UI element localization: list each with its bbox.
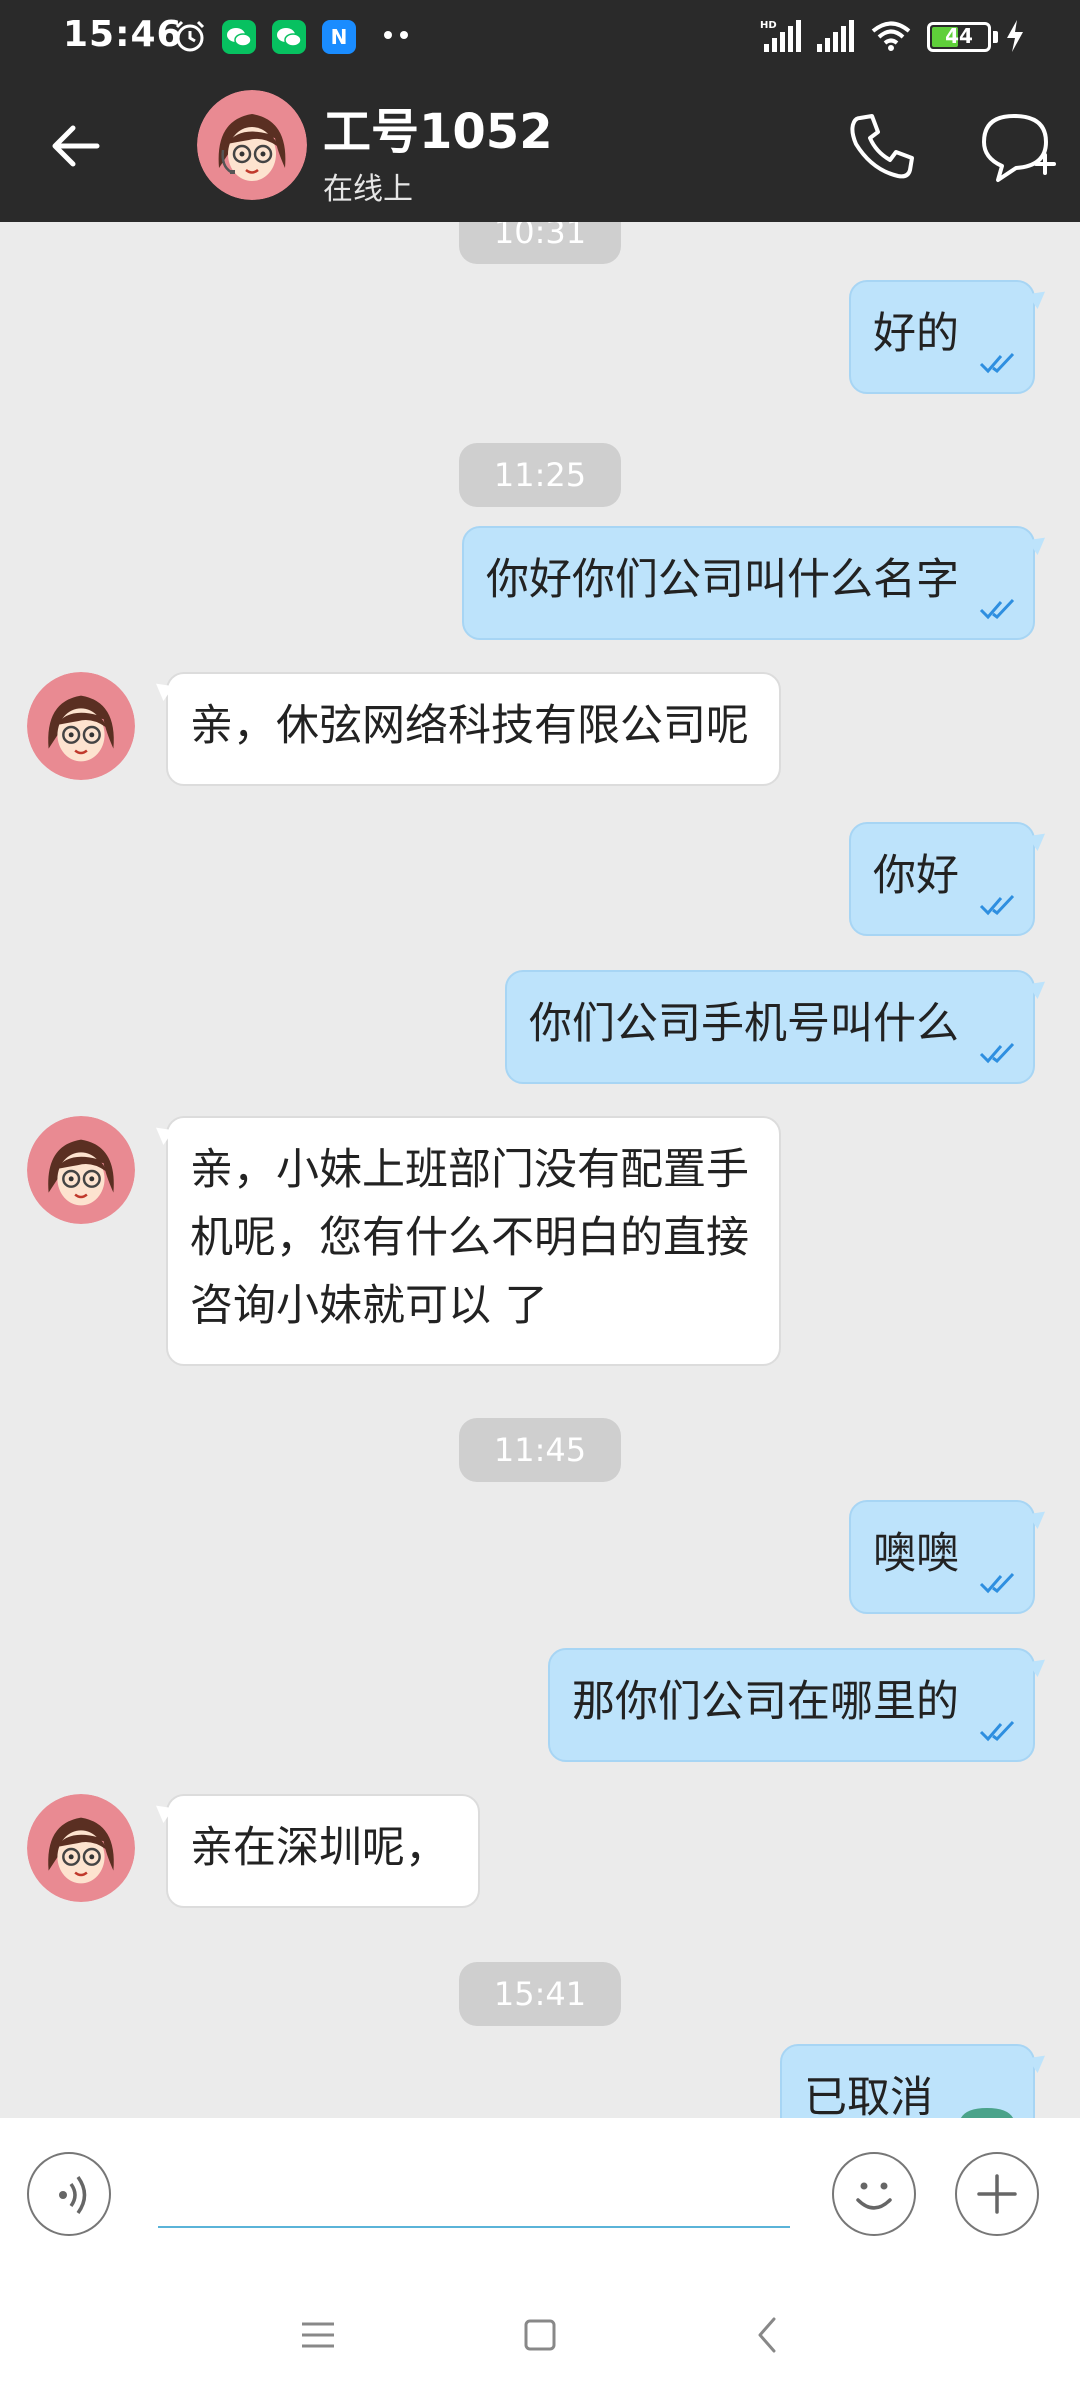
outgoing-message[interactable]: 你好 (849, 822, 1035, 936)
hd-signal-icon: HD (760, 20, 801, 52)
add-chat-icon (982, 114, 1056, 182)
contact-avatar[interactable] (27, 672, 135, 780)
back-chevron-icon (758, 2317, 776, 2353)
contact-avatar[interactable] (27, 1794, 135, 1902)
wifi-icon (871, 21, 911, 51)
time-divider: 11:25 (459, 443, 621, 507)
message-text-line: 咨询小妹就可以 了 (190, 1281, 548, 1331)
app-n-icon: N (322, 20, 356, 54)
incoming-message[interactable]: 亲，休弦网络科技有限公司呢 (166, 672, 781, 786)
recent-apps-button[interactable] (288, 2308, 348, 2362)
read-receipt-icon (979, 598, 1015, 620)
contact-name: 工号1052 (323, 104, 553, 160)
voice-call-button[interactable] (842, 108, 920, 186)
message-input-bar (0, 2118, 1080, 2268)
wechat-icon (272, 20, 306, 54)
more-options-button[interactable] (955, 2152, 1039, 2236)
phone-icon (850, 114, 914, 179)
menu-icon (302, 2322, 334, 2348)
outgoing-message[interactable]: 那你们公司在哪里的 (548, 1648, 1035, 1762)
message-input[interactable] (158, 2158, 790, 2228)
message-text: 已取消 (804, 2073, 933, 2118)
back-arrow-icon (52, 125, 100, 167)
add-chat-button[interactable] (978, 108, 1056, 186)
message-text: 好的 (873, 309, 959, 359)
message-text-line: 机呢，您有什么不明白的直接 (190, 1213, 749, 1263)
chat-header: 工号1052 在线上 (0, 68, 1080, 222)
signal-icon (817, 20, 854, 52)
incoming-message[interactable]: 亲在深圳呢， (166, 1794, 480, 1908)
contact-avatar[interactable] (27, 1116, 135, 1224)
nav-back-button[interactable] (738, 2308, 798, 2362)
message-text: 亲在深圳呢， (190, 1823, 448, 1873)
message-text: 你好 (873, 851, 959, 901)
outgoing-message[interactable]: 噢噢 (849, 1500, 1035, 1614)
home-button[interactable] (510, 2308, 570, 2362)
home-square-icon (524, 2319, 556, 2351)
time-divider: 10:31 (459, 222, 621, 264)
read-receipt-icon (979, 1572, 1015, 1594)
svg-text:HD: HD (760, 20, 777, 31)
outgoing-message[interactable]: 你好你们公司叫什么名字 (462, 526, 1035, 640)
status-time: 15:46 (63, 14, 183, 55)
emoji-icon (856, 2182, 892, 2210)
chat-message-list[interactable]: 10:31 好的 11:25 你好你们公司叫什么名字 亲，休弦网络科技有限公司呢… (0, 222, 1080, 2118)
message-text: 亲，休弦网络科技有限公司呢 (190, 701, 749, 751)
time-divider: 15:41 (459, 1962, 621, 2026)
back-button[interactable] (40, 110, 112, 182)
read-receipt-icon (979, 1720, 1015, 1742)
outgoing-call-message[interactable]: 已取消 (780, 2044, 1035, 2118)
emoji-button[interactable] (832, 2152, 916, 2236)
battery-cap (993, 31, 998, 43)
voice-icon (59, 2175, 87, 2215)
voice-input-button[interactable] (27, 2152, 111, 2236)
charging-icon (1007, 20, 1023, 52)
message-text: 那你们公司在哪里的 (572, 1677, 959, 1727)
system-navigation-bar (0, 2268, 1080, 2400)
contact-status: 在线上 (323, 172, 413, 207)
cancelled-call-icon (961, 2108, 1013, 2118)
plus-icon (977, 2174, 1017, 2214)
outgoing-message[interactable]: 好的 (849, 280, 1035, 394)
more-dots-icon (384, 31, 408, 39)
read-receipt-icon (979, 1042, 1015, 1064)
message-text: 你好你们公司叫什么名字 (486, 555, 959, 605)
incoming-message[interactable]: 亲，小妹上班部门没有配置手 机呢，您有什么不明白的直接 咨询小妹就可以 了 (166, 1116, 781, 1366)
alarm-icon (175, 20, 205, 52)
status-bar: 15:46 N HD 44 (0, 0, 1080, 68)
battery-level: 44 (945, 24, 973, 48)
message-text: 你们公司手机号叫什么 (529, 999, 959, 1049)
wechat-icon (222, 20, 256, 54)
battery-icon: 44 (927, 22, 991, 52)
time-divider: 11:45 (459, 1418, 621, 1482)
outgoing-message[interactable]: 你们公司手机号叫什么 (505, 970, 1035, 1084)
contact-avatar[interactable] (197, 90, 307, 200)
message-text-line: 亲，小妹上班部门没有配置手 (190, 1145, 749, 1195)
message-text: 噢噢 (873, 1529, 959, 1579)
read-receipt-icon (979, 352, 1015, 374)
read-receipt-icon (979, 894, 1015, 916)
